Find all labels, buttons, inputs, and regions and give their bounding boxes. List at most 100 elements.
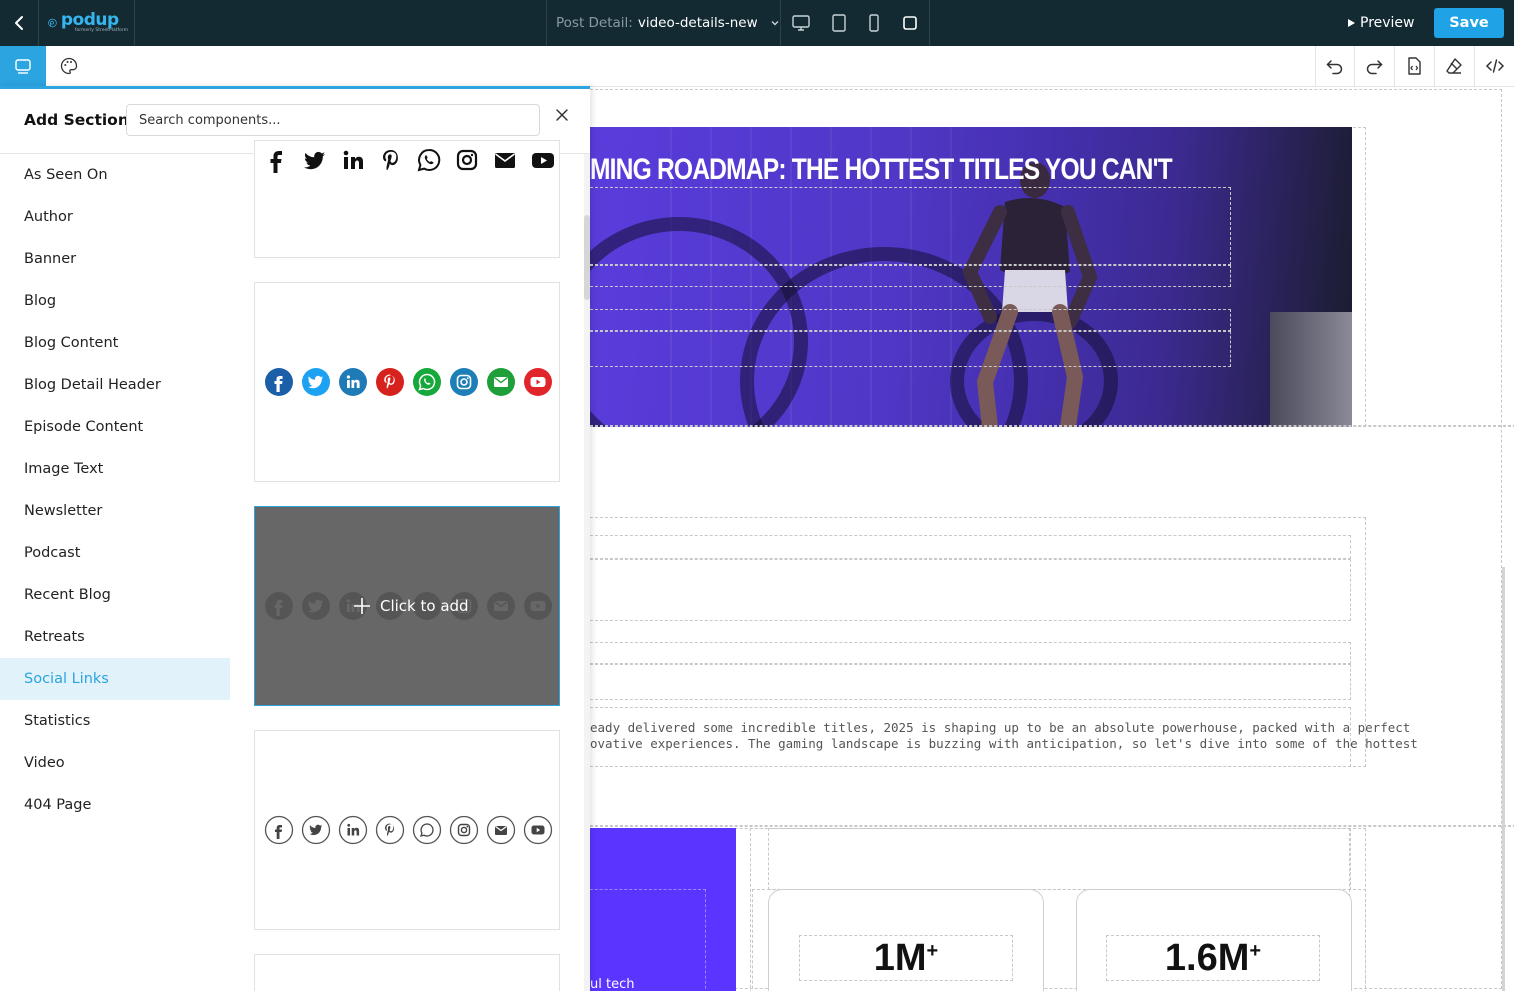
building-window [1270, 312, 1352, 427]
category-blog[interactable]: Blog [0, 280, 230, 322]
mobile-icon [869, 14, 879, 32]
search-components-input[interactable] [126, 104, 540, 136]
facebook-icon [270, 151, 282, 173]
palette-icon [60, 57, 78, 75]
panel-title: Add Section [24, 111, 129, 129]
linkedin-icon [339, 368, 367, 396]
category-404-page[interactable]: 404 Page [0, 784, 230, 826]
divider [38, 0, 39, 46]
divider [780, 0, 781, 46]
twitter-icon [304, 151, 325, 170]
body-paragraph[interactable]: eady delivered some incredible titles, 2… [590, 720, 1418, 752]
stat-suffix: + [926, 939, 939, 962]
logo-text: podup [60, 10, 119, 31]
preview-button[interactable]: Preview [1346, 12, 1415, 34]
podup-logo-icon [48, 18, 57, 28]
youtube-icon [532, 153, 554, 168]
close-panel-button[interactable] [551, 104, 573, 126]
add-section-tab[interactable] [0, 46, 46, 86]
divider [546, 0, 547, 46]
divider [134, 0, 135, 46]
category-author[interactable]: Author [0, 196, 230, 238]
category-as-seen-on[interactable]: As Seen On [0, 154, 230, 196]
category-blog-content[interactable]: Blog Content [0, 322, 230, 364]
category-statistics[interactable]: Statistics [0, 700, 230, 742]
fullscreen-view-button[interactable] [897, 10, 923, 36]
social-links-variant-outline[interactable] [254, 730, 560, 930]
category-image-text[interactable]: Image Text [0, 448, 230, 490]
panel-scrollbar-thumb[interactable] [584, 215, 590, 300]
feature-caption: ul tech [590, 977, 635, 991]
stat-suffix: + [1249, 939, 1262, 962]
category-newsletter[interactable]: Newsletter [0, 490, 230, 532]
pinterest-icon [375, 815, 405, 845]
import-code-button[interactable] [1394, 46, 1433, 86]
canvas-scrollbar[interactable] [1502, 567, 1505, 991]
youtube-icon [523, 815, 553, 845]
content-row [590, 559, 1351, 621]
chevron-left-icon [15, 16, 23, 30]
preview-label: Preview [1360, 15, 1415, 31]
category-banner[interactable]: Banner [0, 238, 230, 280]
category-social-links[interactable]: Social Links [0, 658, 230, 700]
category-blog-detail-header[interactable]: Blog Detail Header [0, 364, 230, 406]
hero-content-box [590, 187, 1231, 265]
instagram-icon [450, 368, 478, 396]
category-recent-blog[interactable]: Recent Blog [0, 574, 230, 616]
hero-row [590, 265, 1231, 287]
page-selector-label: Post Detail: [556, 15, 633, 31]
layout-icon [15, 59, 31, 74]
email-icon [495, 153, 515, 168]
back-button[interactable] [0, 0, 38, 46]
instagram-icon [456, 149, 478, 171]
icon-row [264, 367, 553, 397]
icon-row [264, 815, 553, 845]
save-button[interactable]: Save [1434, 8, 1504, 38]
linkedin-icon [343, 150, 363, 169]
divider [929, 0, 930, 46]
code-view-button[interactable] [1474, 46, 1514, 86]
social-links-variant-colored[interactable] [254, 282, 560, 482]
theme-tab[interactable] [46, 46, 92, 86]
icon-row [264, 147, 556, 173]
stat-value: 1M + [799, 935, 1013, 981]
linkedin-icon [338, 815, 368, 845]
tablet-icon [832, 14, 846, 32]
redo-icon [1366, 60, 1383, 75]
facebook-icon [265, 368, 293, 396]
undo-button[interactable] [1315, 46, 1354, 86]
content-row [590, 664, 1351, 700]
feature-text-box [590, 889, 706, 991]
email-icon [487, 368, 515, 396]
whatsapp-icon [412, 815, 442, 845]
pinterest-icon [376, 368, 404, 396]
social-links-variant-plain[interactable] [254, 140, 560, 258]
tablet-view-button[interactable] [826, 10, 852, 36]
content-row [590, 535, 1351, 559]
redo-button[interactable] [1354, 46, 1393, 86]
square-icon [903, 16, 917, 30]
undo-icon [1326, 60, 1343, 75]
twitter-icon [301, 815, 331, 845]
chevron-down-icon [771, 21, 779, 26]
editor-canvas[interactable]: MING ROADMAP: THE HOTTEST TITLES YOU CAN… [590, 87, 1514, 991]
desktop-icon [792, 15, 810, 31]
category-podcast[interactable]: Podcast [0, 532, 230, 574]
category-retreats[interactable]: Retreats [0, 616, 230, 658]
clear-canvas-button[interactable] [1434, 46, 1473, 86]
plus-icon [354, 598, 370, 614]
social-links-variant-next[interactable] [254, 954, 560, 991]
click-to-add-button[interactable]: Click to add [352, 594, 469, 618]
mobile-view-button[interactable] [861, 10, 887, 36]
editor-toolbar [0, 46, 1514, 87]
whatsapp-icon [417, 148, 441, 172]
logo-tagline: formerly StreetPlatform [74, 28, 128, 34]
category-video[interactable]: Video [0, 742, 230, 784]
pinterest-icon [383, 150, 398, 170]
desktop-view-button[interactable] [788, 10, 814, 36]
page-selector[interactable]: Post Detail: video-details-new [556, 13, 780, 33]
category-episode-content[interactable]: Episode Content [0, 406, 230, 448]
hero-title[interactable]: MING ROADMAP: THE HOTTEST TITLES YOU CAN… [590, 153, 1173, 187]
body-line: ovative experiences. The gaming landscap… [590, 736, 1418, 751]
stats-header-row [768, 828, 1351, 890]
